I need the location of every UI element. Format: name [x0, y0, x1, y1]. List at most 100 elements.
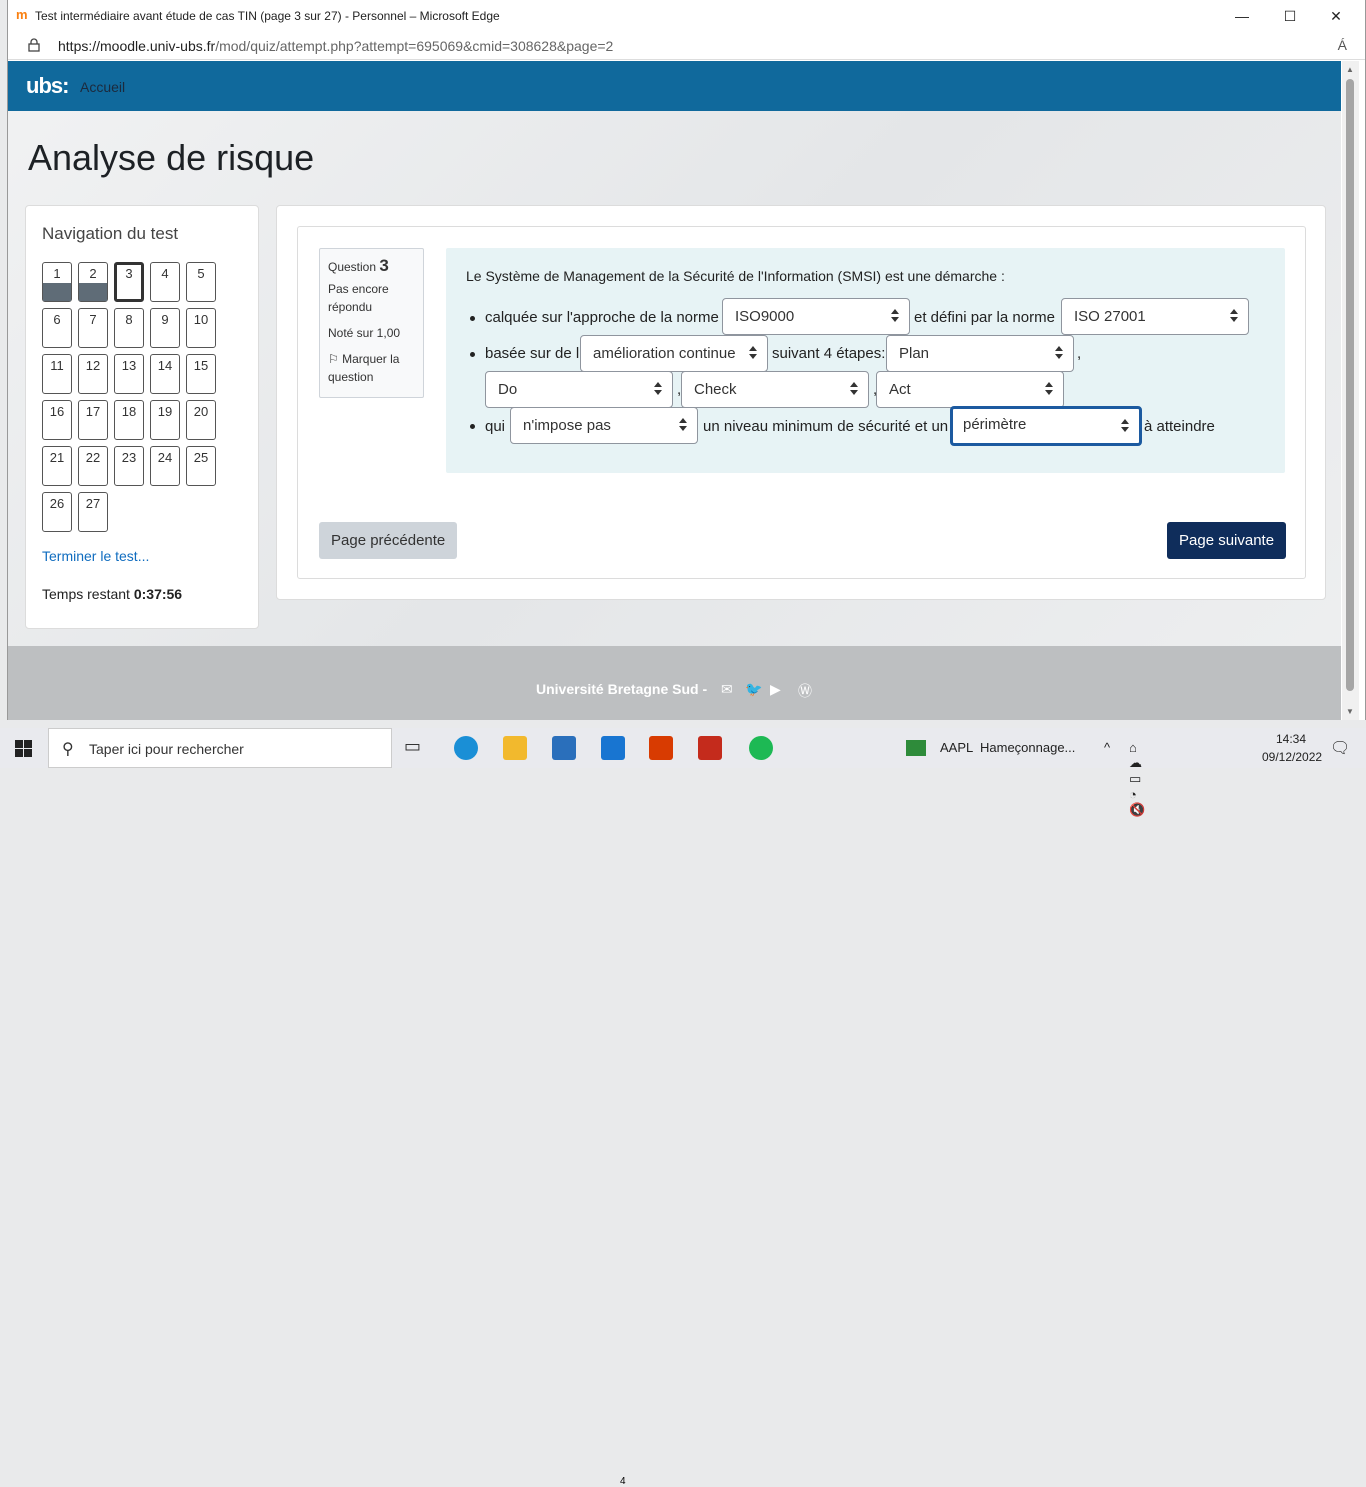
quiz-main: Question 3 Pas encore répondu Noté sur 1…: [276, 205, 1326, 600]
task-view-icon[interactable]: ▭: [404, 736, 428, 760]
clock-time[interactable]: 14:34: [1276, 732, 1306, 746]
home-link[interactable]: Accueil: [80, 79, 125, 95]
select-etape-3[interactable]: Check: [681, 371, 869, 408]
lock-icon: [28, 38, 40, 52]
question-nav-button[interactable]: 19: [150, 400, 180, 440]
office-icon-2[interactable]: [698, 736, 722, 760]
news-ticker[interactable]: Hameçonnage...: [980, 740, 1075, 755]
footer-university: Université Bretagne Sud -: [536, 681, 708, 697]
office-icon[interactable]: [649, 736, 673, 760]
select-perimetre[interactable]: périmètre: [950, 406, 1142, 446]
select-etape-1[interactable]: Plan: [886, 335, 1074, 372]
tray-icons[interactable]: ⌂ ☁ ▭ ◔ 🔇: [1129, 740, 1145, 818]
next-page-button[interactable]: Page suivante: [1167, 522, 1287, 559]
store-icon[interactable]: [552, 736, 576, 760]
wordpress-icon[interactable]: Ⓦ: [798, 681, 812, 701]
question-nav-button[interactable]: 20: [186, 400, 216, 440]
question-nav-button[interactable]: 17: [78, 400, 108, 440]
select-arrow-icon: [679, 418, 687, 434]
select-norme-approche[interactable]: ISO9000: [722, 298, 910, 335]
finish-test-link[interactable]: Terminer le test...: [42, 548, 149, 564]
question-nav-button[interactable]: 22: [78, 446, 108, 486]
scroll-up-icon[interactable]: ▲: [1346, 65, 1354, 74]
question-nav-button[interactable]: 1: [42, 262, 72, 302]
question-nav-button[interactable]: 11: [42, 354, 72, 394]
question-info: Question 3 Pas encore répondu Noté sur 1…: [319, 248, 424, 398]
question-grade: Noté sur 1,00: [328, 326, 401, 340]
question-nav-button[interactable]: 21: [42, 446, 72, 486]
question-nav-button[interactable]: 23: [114, 446, 144, 486]
question-nav-button[interactable]: 25: [186, 446, 216, 486]
question-nav-number: 12: [85, 358, 101, 373]
quiz-nav-title: Navigation du test: [42, 224, 179, 243]
question-nav-number: 25: [193, 450, 209, 465]
answered-indicator: [43, 283, 71, 301]
question-nav-button[interactable]: 18: [114, 400, 144, 440]
question-nav-number: 27: [85, 496, 101, 511]
question-nav-button[interactable]: 26: [42, 492, 72, 532]
question-nav-number: 2: [89, 266, 97, 281]
question-nav-button[interactable]: 5: [186, 262, 216, 302]
question-text: Le Système de Management de la Sécurité …: [446, 248, 1285, 473]
quiz-navigation: Navigation du test 1 2 3 4 5 6 7 8 9 10 11 12 13 14 15…: [25, 205, 259, 629]
edge-icon[interactable]: [454, 736, 478, 760]
scrollbar[interactable]: ▲ ▼: [1342, 61, 1359, 720]
chevron-up-icon[interactable]: ^: [1104, 740, 1110, 755]
question-nav-number: 24: [157, 450, 173, 465]
select-etape-2[interactable]: Do: [485, 371, 673, 408]
question-nav-button[interactable]: 13: [114, 354, 144, 394]
question-nav-button[interactable]: 9: [150, 308, 180, 348]
stocks-icon[interactable]: [906, 740, 926, 756]
stock-ticker[interactable]: AAPL: [940, 740, 973, 755]
spotify-icon[interactable]: [749, 736, 773, 760]
select-arrow-icon: [1045, 382, 1053, 398]
notification-icon[interactable]: 🗨: [1330, 738, 1350, 758]
minimize-button[interactable]: —: [1227, 6, 1257, 26]
question-nav-button[interactable]: 6: [42, 308, 72, 348]
address-bar[interactable]: https://moodle.univ-ubs.fr/mod/quiz/atte…: [8, 32, 1365, 60]
scroll-thumb[interactable]: [1346, 79, 1354, 691]
select-arrow-icon: [654, 382, 662, 398]
select-etape-4[interactable]: Act: [876, 371, 1064, 408]
close-button[interactable]: ✕: [1321, 6, 1351, 26]
url-text[interactable]: https://moodle.univ-ubs.fr/mod/quiz/atte…: [58, 38, 613, 54]
question-nav-button[interactable]: 12: [78, 354, 108, 394]
question-nav-button[interactable]: 7: [78, 308, 108, 348]
taskbar-search[interactable]: ⚲ Taper ici pour rechercher: [48, 728, 392, 768]
file-explorer-icon[interactable]: [503, 736, 527, 760]
question-nav-button[interactable]: 15: [186, 354, 216, 394]
bullet: [470, 352, 475, 357]
scroll-down-icon[interactable]: ▼: [1346, 707, 1354, 716]
select-amelioration[interactable]: amélioration continue: [580, 335, 768, 372]
question-nav-button[interactable]: 2: [78, 262, 108, 302]
question-nav-button[interactable]: 3: [114, 262, 144, 302]
select-impose[interactable]: n'impose pas: [510, 407, 698, 444]
question-nav-button[interactable]: 8: [114, 308, 144, 348]
question-nav-button[interactable]: 10: [186, 308, 216, 348]
question-nav-button[interactable]: 14: [150, 354, 180, 394]
read-aloud-icon[interactable]: Á: [1338, 37, 1347, 53]
flag-question[interactable]: ⚐ Marquer la question: [328, 350, 415, 386]
question-nav-number: 4: [161, 266, 169, 281]
question-nav-button[interactable]: 16: [42, 400, 72, 440]
twitter-icon[interactable]: 🐦: [745, 681, 762, 698]
select-arrow-icon: [1121, 419, 1129, 435]
question-nav-button[interactable]: 4: [150, 262, 180, 302]
previous-page-button[interactable]: Page précédente: [319, 522, 458, 559]
select-norme-definie[interactable]: ISO 27001: [1061, 298, 1249, 335]
question-nav-button[interactable]: 27: [78, 492, 108, 532]
youtube-icon[interactable]: ▶: [770, 681, 781, 698]
search-placeholder: Taper ici pour rechercher: [89, 741, 244, 757]
ubs-logo[interactable]: ubs:: [26, 73, 69, 99]
page-title: Analyse de risque: [28, 137, 315, 178]
windows-start-icon[interactable]: [15, 740, 32, 757]
mail-app-icon[interactable]: [601, 736, 625, 760]
bullet: [470, 424, 475, 429]
question-nav-button[interactable]: 24: [150, 446, 180, 486]
mail-icon[interactable]: ✉: [721, 681, 733, 698]
question-nav-number: 11: [50, 358, 64, 373]
maximize-button[interactable]: ☐: [1275, 6, 1305, 26]
select-arrow-icon: [891, 309, 899, 325]
clock-date[interactable]: 09/12/2022: [1262, 750, 1322, 764]
taskbar: ⚲ Taper ici pour rechercher ▭ 4 AAPL Ham…: [0, 728, 1366, 1487]
